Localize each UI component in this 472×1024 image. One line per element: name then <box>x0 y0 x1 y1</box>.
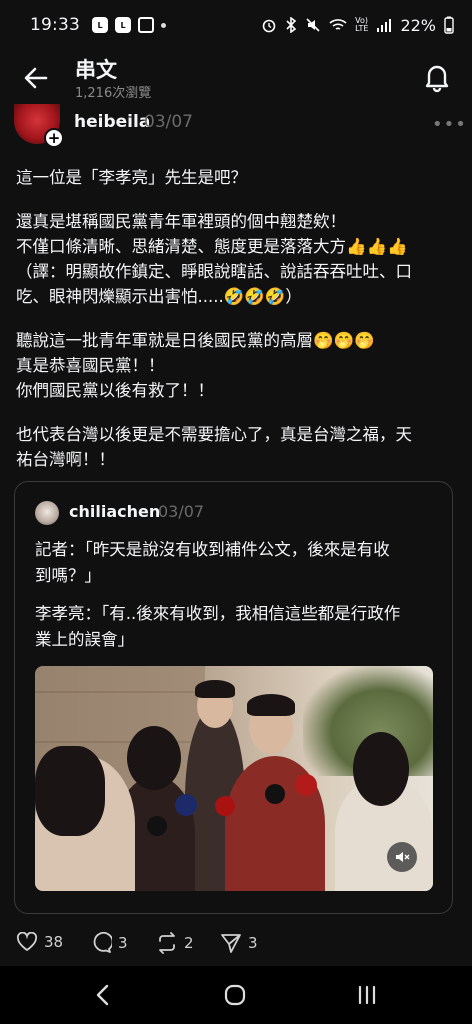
post-body: 這一位是「李孝亮」先生是吧？ 還真是堪稱國民黨青年軍裡頭的個中翹楚欸！ 不僅口條… <box>16 165 456 472</box>
quoted-paragraph: 李孝亮：「有..後來有收到，我相信這些都是行政作 業上的誤會」 <box>35 601 440 653</box>
post-date: 03/07 <box>144 112 193 132</box>
post-paragraph: 也代表台灣以後更是不需要擔心了，真是台灣之福，天 祐台灣啊！！ <box>16 422 456 472</box>
line-icon: L <box>115 17 131 33</box>
nav-back-icon[interactable] <box>88 980 118 1010</box>
image-icon <box>138 17 154 33</box>
repost-count: 2 <box>184 934 194 952</box>
post-paragraph: 這一位是「李孝亮」先生是吧？ <box>16 165 456 190</box>
battery-icon <box>444 16 454 34</box>
wifi-icon <box>329 19 347 30</box>
dot-icon <box>161 22 166 28</box>
quoted-line: 記者：「昨天是說沒有收到補件公文，後來是有收 <box>35 540 390 559</box>
video-thumbnail[interactable] <box>35 666 433 891</box>
post-actions: 38 3 2 3 <box>0 930 472 960</box>
photo-microphone <box>295 774 317 796</box>
post-line: 也代表台灣以後更是不需要擔心了，真是台灣之福，天 <box>16 425 412 444</box>
view-count: 1,216次瀏覽 <box>75 86 152 101</box>
post-line: 你們國民黨以後有救了！！ <box>16 381 214 400</box>
repost-icon <box>159 932 175 954</box>
photo-hair <box>247 694 295 716</box>
signal-icon <box>377 19 392 32</box>
quoted-line: 到嗎？」 <box>35 566 101 585</box>
post-line: 這一位是「李孝亮」先生是吧？ <box>16 168 247 187</box>
status-bar: 19:33 L L Vo) LTE 22% <box>0 0 472 50</box>
photo-hair <box>127 726 181 790</box>
photo-hair <box>195 680 235 698</box>
share-count: 3 <box>248 934 258 952</box>
photo-microphone <box>265 784 285 804</box>
nav-recents-icon[interactable] <box>352 980 382 1010</box>
back-arrow-icon[interactable] <box>20 62 52 94</box>
comment-count: 3 <box>118 934 128 952</box>
post-line: 吃、眼神閃爍顯示出害怕.....🤣🤣🤣） <box>16 287 302 306</box>
app-header: 串文 1,216次瀏覽 <box>0 50 472 104</box>
comment-button[interactable]: 3 <box>90 932 128 954</box>
post-paragraph: 還真是堪稱國民黨青年軍裡頭的個中翹楚欸！ 不僅口條清晰、思緒清楚、態度更是落落大… <box>16 209 456 309</box>
post-line: （譯：明顯故作鎮定、睜眼說瞎話、說話吞吞吐吐、口 <box>16 262 412 281</box>
repost-button[interactable]: 2 <box>156 932 194 954</box>
more-options-icon[interactable]: ••• <box>432 114 467 135</box>
quoted-line: 業上的誤會」 <box>35 630 134 649</box>
bell-icon[interactable] <box>420 60 454 94</box>
bluetooth-icon <box>286 17 297 33</box>
photo-microphone <box>175 794 197 816</box>
notification-icons: L L <box>92 17 166 33</box>
quoted-paragraph: 記者：「昨天是說沒有收到補件公文，後來是有收 到嗎？」 <box>35 537 440 589</box>
quoted-avatar[interactable] <box>35 501 59 525</box>
post-line: 祐台灣啊！！ <box>16 450 115 469</box>
page-title: 串文 <box>75 58 117 82</box>
status-right: Vo) LTE 22% <box>261 16 454 35</box>
battery-text: 22% <box>400 15 436 35</box>
photo-hair <box>35 746 105 836</box>
post-line: 聽說這一批青年軍就是日後國民黨的高層🤭🤭🤭 <box>16 331 375 350</box>
send-icon <box>221 934 241 953</box>
share-button[interactable]: 3 <box>220 932 258 954</box>
post-username[interactable]: heibeila <box>74 112 150 132</box>
like-button[interactable]: 38 <box>16 932 63 952</box>
nav-home-icon[interactable] <box>220 980 250 1010</box>
mute-icon <box>306 18 320 32</box>
comment-icon <box>93 932 112 953</box>
post-paragraph: 聽說這一批青年軍就是日後國民黨的高層🤭🤭🤭 真是恭喜國民黨！！ 你們國民黨以後有… <box>16 328 456 403</box>
quoted-post-card[interactable]: chiliachen 03/07 記者：「昨天是說沒有收到補件公文，後來是有收 … <box>14 481 453 914</box>
line-icon: L <box>92 17 108 33</box>
muted-speaker-icon[interactable] <box>387 842 417 872</box>
post-line: 不僅口條清晰、思緒清楚、態度更是落落大方👍👍👍 <box>16 237 408 256</box>
photo-microphone <box>215 796 235 816</box>
post-line: 真是恭喜國民黨！！ <box>16 356 165 375</box>
status-time: 19:33 <box>30 15 80 35</box>
photo-hair <box>353 732 409 806</box>
follow-plus-icon[interactable]: + <box>44 128 64 148</box>
quoted-body: 記者：「昨天是說沒有收到補件公文，後來是有收 到嗎？」 李孝亮：「有..後來有收… <box>35 537 440 665</box>
like-count: 38 <box>44 933 64 951</box>
alarm-icon <box>262 19 276 33</box>
photo-microphone <box>147 816 167 836</box>
post-line: 還真是堪稱國民黨青年軍裡頭的個中翹楚欸！ <box>16 212 346 231</box>
quoted-line: 李孝亮：「有..後來有收到，我相信這些都是行政作 <box>35 604 401 623</box>
volte-icon: Vo) LTE <box>355 16 369 33</box>
heart-icon <box>16 932 38 952</box>
system-nav-bar <box>0 966 472 1024</box>
quoted-username[interactable]: chiliachen <box>69 502 160 521</box>
quoted-date: 03/07 <box>158 502 205 521</box>
